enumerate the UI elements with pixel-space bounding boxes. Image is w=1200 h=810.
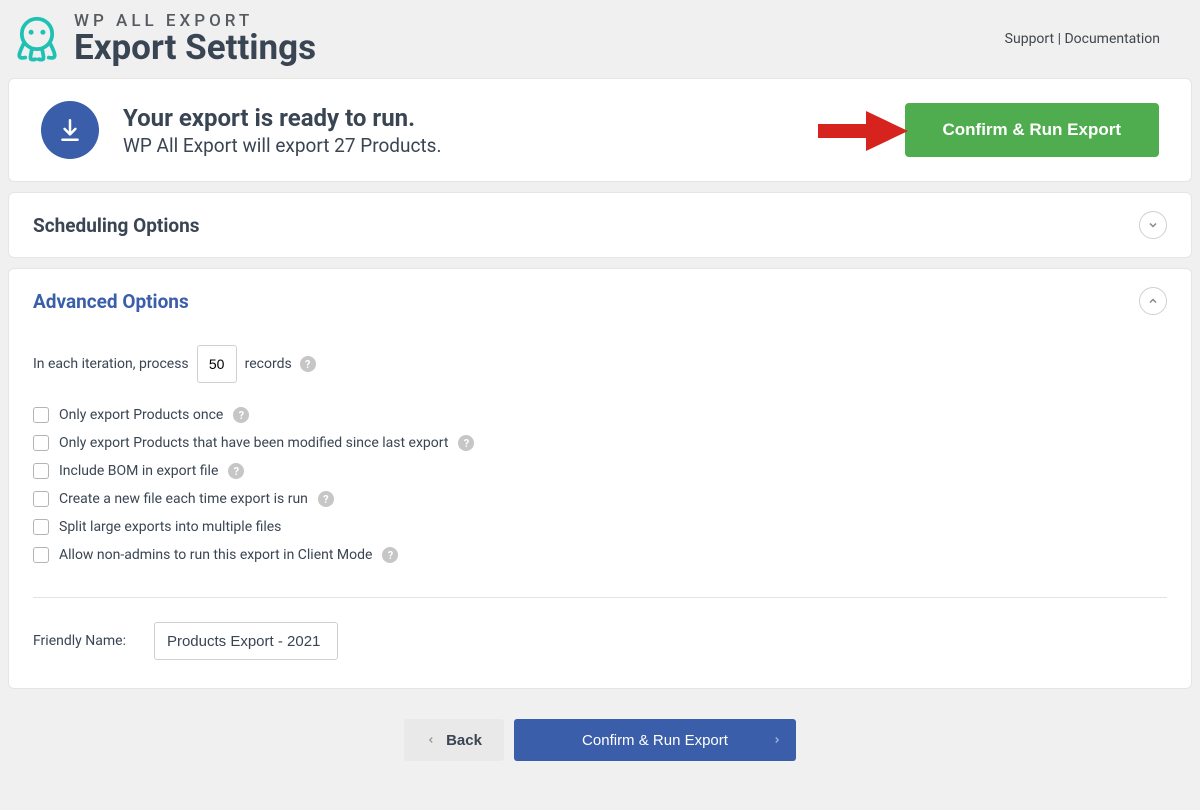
friendly-name-input[interactable]	[154, 622, 338, 660]
option-label: Only export Products once	[59, 407, 223, 423]
ready-title: Your export is ready to run.	[123, 104, 441, 132]
ready-card: Your export is ready to run. WP All Expo…	[8, 78, 1192, 182]
scheduling-options-card: Scheduling Options	[8, 192, 1192, 258]
back-button[interactable]: Back	[404, 719, 504, 761]
help-icon[interactable]: ?	[228, 463, 244, 479]
help-icon[interactable]: ?	[382, 547, 398, 563]
ready-subtitle: WP All Export will export 27 Products.	[123, 134, 441, 157]
header-left: WP ALL EXPORT Export Settings	[10, 10, 316, 68]
octopus-logo-icon	[10, 10, 64, 68]
advanced-options-body: In each iteration, process records ? Onl…	[9, 345, 1191, 688]
header-links: Support | Documentation	[1005, 31, 1160, 47]
advanced-options-toggle[interactable]: Advanced Options	[9, 269, 1191, 333]
option-label: Allow non-admins to run this export in C…	[59, 547, 372, 563]
option-include-bom: Include BOM in export file ?	[33, 463, 1167, 479]
header-titles: WP ALL EXPORT Export Settings	[74, 11, 316, 68]
help-icon[interactable]: ?	[300, 356, 316, 372]
checkbox-include-bom[interactable]	[33, 463, 49, 479]
iteration-suffix: records	[245, 356, 292, 372]
friendly-name-label: Friendly Name:	[33, 633, 126, 649]
help-icon[interactable]: ?	[233, 407, 249, 423]
option-label: Create a new file each time export is ru…	[59, 491, 308, 507]
footer-buttons: Back Confirm & Run Export	[0, 719, 1200, 761]
iteration-count-input[interactable]	[197, 345, 237, 383]
iteration-prefix: In each iteration, process	[33, 356, 189, 372]
chevron-up-icon	[1139, 287, 1167, 315]
option-label: Include BOM in export file	[59, 463, 218, 479]
confirm-run-export-button-top[interactable]: Confirm & Run Export	[905, 103, 1160, 157]
checkbox-export-modified[interactable]	[33, 435, 49, 451]
confirm-label: Confirm & Run Export	[582, 732, 728, 749]
help-icon[interactable]: ?	[318, 491, 334, 507]
option-new-file: Create a new file each time export is ru…	[33, 491, 1167, 507]
scheduling-options-toggle[interactable]: Scheduling Options	[9, 193, 1191, 257]
chevron-right-icon	[772, 733, 782, 747]
friendly-name-row: Friendly Name:	[33, 622, 1167, 660]
checkbox-new-file[interactable]	[33, 491, 49, 507]
option-split-large: Split large exports into multiple files	[33, 519, 1167, 535]
help-icon[interactable]: ?	[458, 435, 474, 451]
documentation-link[interactable]: Documentation	[1064, 31, 1160, 47]
support-link[interactable]: Support	[1005, 31, 1054, 47]
confirm-run-export-button-bottom[interactable]: Confirm & Run Export	[514, 719, 796, 761]
page-header: WP ALL EXPORT Export Settings Support | …	[0, 0, 1200, 68]
option-label: Only export Products that have been modi…	[59, 435, 448, 451]
checkbox-split-large[interactable]	[33, 519, 49, 535]
advanced-options-title: Advanced Options	[33, 290, 189, 313]
chevron-left-icon	[426, 733, 436, 747]
checkbox-client-mode[interactable]	[33, 547, 49, 563]
ready-text: Your export is ready to run. WP All Expo…	[123, 104, 441, 157]
option-export-modified: Only export Products that have been modi…	[33, 435, 1167, 451]
page-title: Export Settings	[74, 27, 316, 68]
option-label: Split large exports into multiple files	[59, 519, 281, 535]
option-client-mode: Allow non-admins to run this export in C…	[33, 547, 1167, 563]
scheduling-options-title: Scheduling Options	[33, 214, 200, 237]
download-icon	[41, 101, 99, 159]
back-label: Back	[446, 732, 482, 749]
advanced-options-card: Advanced Options In each iteration, proc…	[8, 268, 1192, 689]
iteration-row: In each iteration, process records ?	[33, 345, 1167, 383]
chevron-down-icon	[1139, 211, 1167, 239]
divider	[33, 597, 1167, 598]
annotation-arrow-icon	[818, 111, 908, 151]
checkbox-export-once[interactable]	[33, 407, 49, 423]
option-export-once: Only export Products once ?	[33, 407, 1167, 423]
